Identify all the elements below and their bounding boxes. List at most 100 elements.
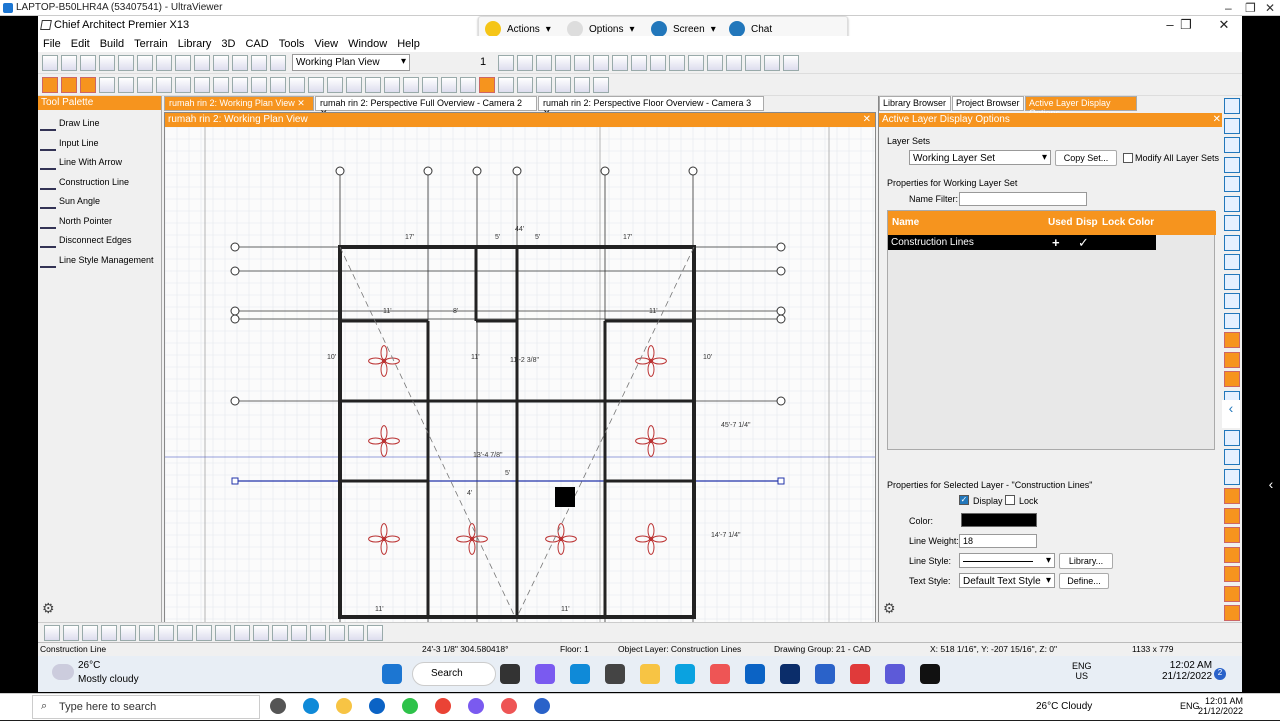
toolbar-button[interactable] <box>612 55 628 71</box>
chat-button[interactable]: Chat <box>729 21 772 37</box>
app-taskbar-icon[interactable] <box>570 664 590 684</box>
menu-edit[interactable]: Edit <box>66 36 95 52</box>
edit-tool-button[interactable] <box>82 625 98 641</box>
menu-file[interactable]: File <box>38 36 66 52</box>
palette-item[interactable]: Line With Arrow <box>40 153 122 171</box>
view-tool-button[interactable] <box>1224 351 1240 368</box>
toolbar-button[interactable] <box>80 55 96 71</box>
palette-item[interactable]: Sun Angle <box>40 192 100 210</box>
palette-item[interactable]: North Pointer <box>40 212 112 230</box>
local-start-icon[interactable] <box>0 694 30 721</box>
local-app-icon[interactable] <box>534 698 550 714</box>
view-tool-button[interactable] <box>1224 507 1240 524</box>
toolbar-button[interactable] <box>688 55 704 71</box>
col-disp[interactable]: Disp <box>1076 217 1098 228</box>
edit-tool-button[interactable] <box>367 625 383 641</box>
view-tool-button[interactable] <box>1224 312 1240 329</box>
view-tool-button[interactable] <box>1224 468 1240 485</box>
options-button[interactable]: Options ▾ <box>567 21 635 37</box>
view-tool-button[interactable] <box>1224 566 1240 582</box>
menu-cad[interactable]: CAD <box>240 36 273 52</box>
view-tool-button[interactable] <box>1224 488 1240 504</box>
display-checkbox[interactable]: ✓ <box>959 495 969 505</box>
toolbar-button[interactable] <box>80 77 96 93</box>
toolbar-button[interactable] <box>175 77 191 93</box>
app-taskbar-icon[interactable] <box>920 664 940 684</box>
close-icon[interactable]: ✕ <box>863 114 871 125</box>
view-tool-button[interactable] <box>1224 527 1240 543</box>
toolbar-button[interactable] <box>517 77 533 93</box>
close-icon[interactable]: ✕ <box>1213 114 1221 125</box>
toolbar-button[interactable] <box>251 55 267 71</box>
view-tool-button[interactable] <box>1224 195 1240 212</box>
toolbar-button[interactable] <box>536 77 552 93</box>
app-restore-icon[interactable]: ❐ <box>1168 17 1204 33</box>
toolbar-button[interactable] <box>213 77 229 93</box>
view-tool-button[interactable] <box>1224 137 1240 153</box>
line-style-select[interactable] <box>959 553 1055 568</box>
edit-tool-button[interactable] <box>44 625 60 641</box>
local-clock[interactable]: 12:01 AM 21/12/2022 <box>1198 696 1243 716</box>
floor-plan-drawing[interactable]: 44' 17' 5' 5' 17' 11' 8' 11' 11' 10' 10' 5' 4' 11' 13'… <box>164 126 875 637</box>
toolbar-button[interactable] <box>384 77 400 93</box>
toolbar-button[interactable] <box>156 55 172 71</box>
local-app-icon[interactable] <box>468 698 484 714</box>
view-tool-button[interactable] <box>1224 546 1240 563</box>
toolbar-button[interactable] <box>764 55 780 71</box>
toolbar-button[interactable] <box>156 77 172 93</box>
toolbar-button[interactable] <box>175 55 191 71</box>
toolbar-button[interactable] <box>631 55 647 71</box>
local-app-icon[interactable] <box>435 698 451 714</box>
windows-start-icon[interactable] <box>382 664 402 684</box>
app-taskbar-icon[interactable] <box>500 664 520 684</box>
view-tool-button[interactable] <box>1224 332 1240 348</box>
library-button[interactable]: Library... <box>1059 553 1113 569</box>
weather-icon[interactable] <box>52 664 74 680</box>
notification-badge[interactable]: 2 <box>1214 668 1226 680</box>
disp-check-icon[interactable]: ✓ <box>1078 235 1089 251</box>
view-tool-button[interactable] <box>1224 98 1240 114</box>
menu-library[interactable]: Library <box>173 36 217 52</box>
minimize-icon[interactable]: – <box>1225 1 1232 15</box>
layer-set-dropdown[interactable]: Working Plan View <box>292 54 410 71</box>
palette-item[interactable]: Input Line <box>40 134 99 152</box>
toolbar-button[interactable] <box>403 77 419 93</box>
tab-active-layer-display[interactable]: Active Layer Display Options <box>1025 96 1137 118</box>
toolbar-button[interactable] <box>650 55 666 71</box>
view-tool-button[interactable] <box>1224 273 1240 290</box>
toolbar-button[interactable] <box>555 77 571 93</box>
app-taskbar-icon[interactable] <box>535 664 555 684</box>
palette-item[interactable]: Disconnect Edges <box>40 231 132 249</box>
toolbar-button[interactable] <box>42 77 58 93</box>
view-tool-button[interactable] <box>1224 254 1240 270</box>
local-app-icon[interactable] <box>369 698 385 714</box>
view-tool-button[interactable] <box>1224 371 1240 387</box>
toolbar-button[interactable] <box>232 55 248 71</box>
toolbar-button[interactable] <box>498 77 514 93</box>
lock-checkbox[interactable] <box>1005 495 1015 505</box>
local-app-icon[interactable] <box>501 698 517 714</box>
edit-tool-button[interactable] <box>234 625 250 641</box>
toolbar-button[interactable] <box>365 77 381 93</box>
toolbar-button[interactable] <box>593 55 609 71</box>
close-icon[interactable]: ✕ <box>297 98 305 108</box>
toolbar-button[interactable] <box>498 55 514 71</box>
menu-window[interactable]: Window <box>343 36 392 52</box>
col-name[interactable]: Name <box>892 217 919 228</box>
tab-library-browser[interactable]: Library Browser <box>879 96 951 111</box>
toolbar-button[interactable] <box>783 55 799 71</box>
screen-button[interactable]: Screen ▾ <box>651 21 716 37</box>
edit-tool-button[interactable] <box>63 625 79 641</box>
view-tool-button[interactable] <box>1224 585 1240 602</box>
clock[interactable]: 12:02 AM 21/12/2022 <box>1162 660 1212 682</box>
name-filter-input[interactable] <box>959 192 1087 206</box>
tab-working-plan-view[interactable]: rumah rin 2: Working Plan View ✕ <box>164 96 314 111</box>
copy-set-button[interactable]: Copy Set... <box>1055 150 1117 166</box>
app-taskbar-icon[interactable] <box>605 664 625 684</box>
local-app-icon[interactable] <box>402 698 418 714</box>
toolbar-button[interactable] <box>194 77 210 93</box>
modify-all-checkbox[interactable] <box>1123 153 1133 163</box>
toolbar-button[interactable] <box>346 77 362 93</box>
local-app-icon[interactable] <box>336 698 352 714</box>
language-indicator[interactable]: ENG US <box>1072 661 1092 681</box>
